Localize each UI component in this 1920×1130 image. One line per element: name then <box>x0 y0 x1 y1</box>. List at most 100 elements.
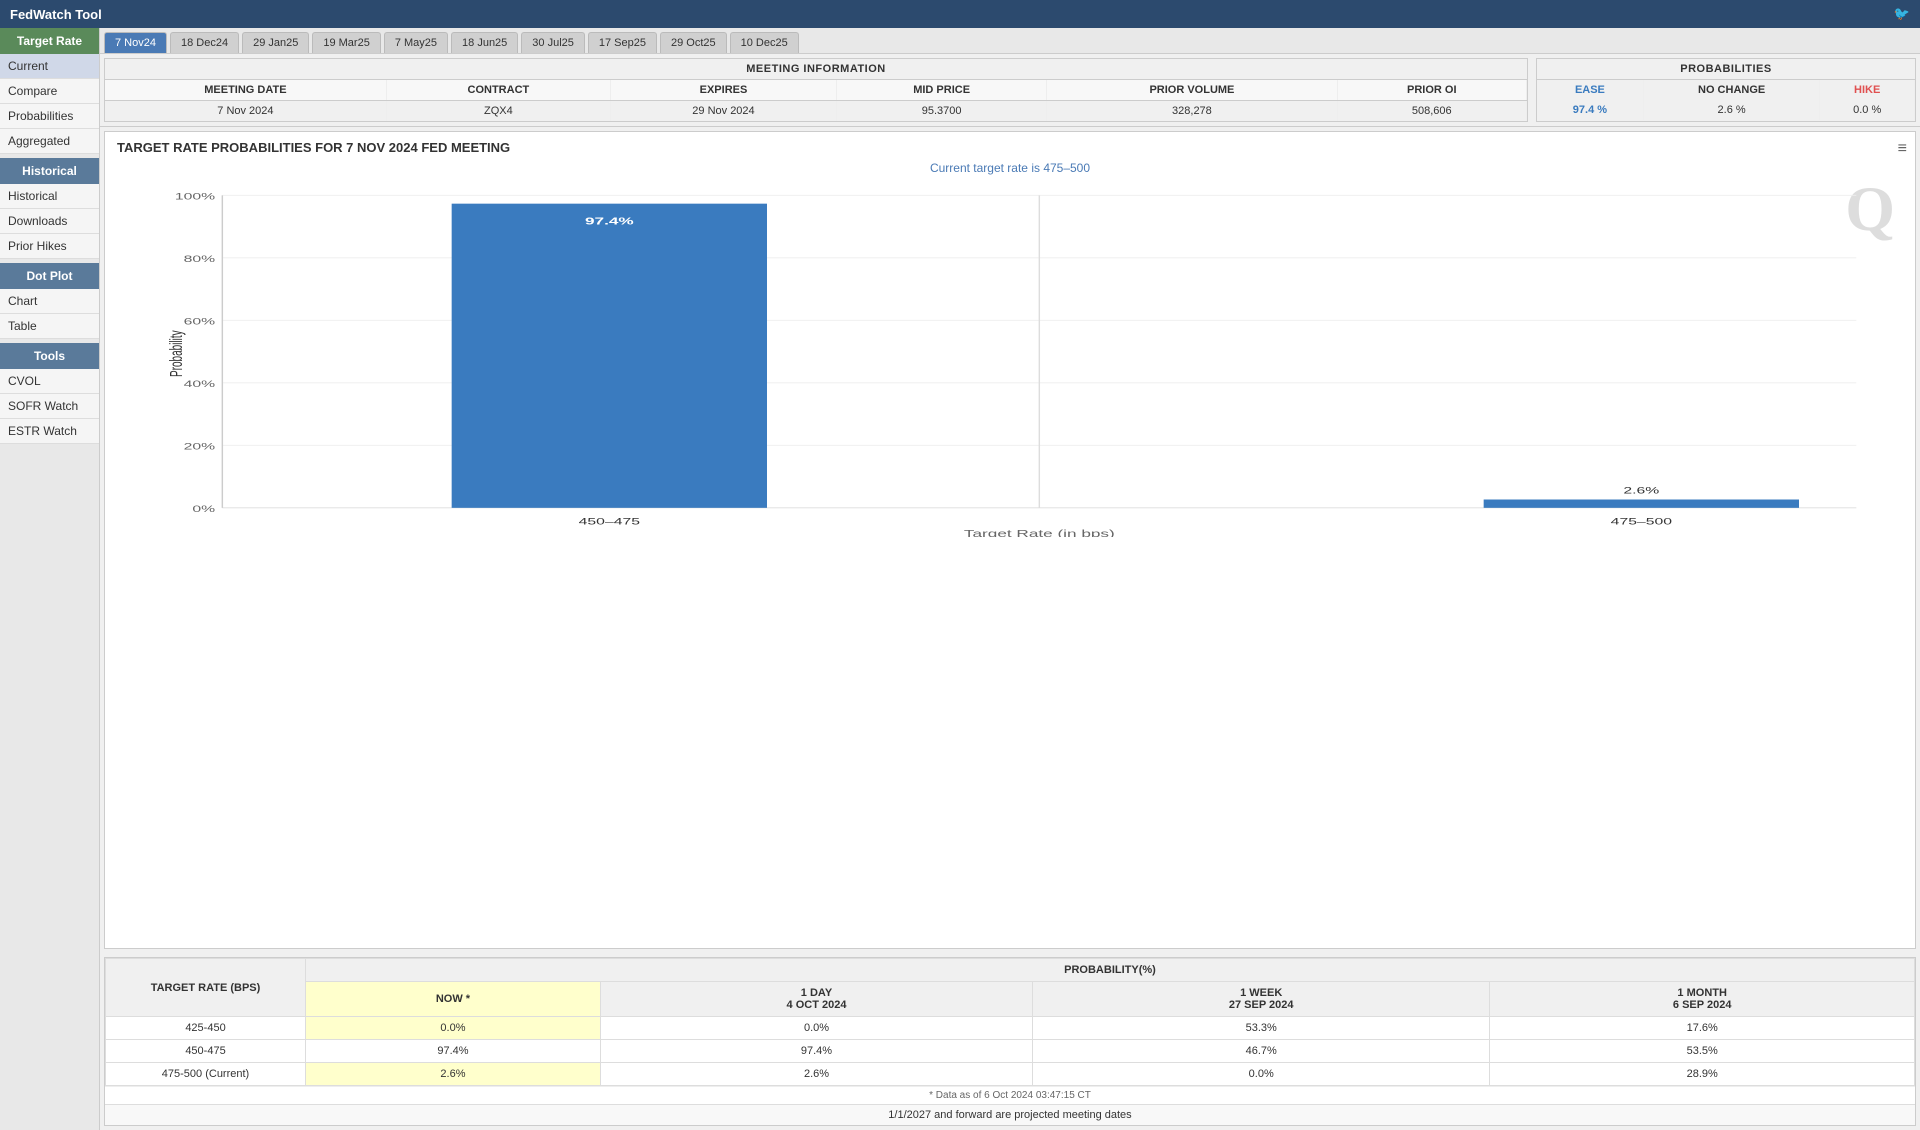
tab-30jul25[interactable]: 30 Jul25 <box>521 32 585 53</box>
footer-note: 1/1/2027 and forward are projected meeti… <box>105 1104 1915 1125</box>
probabilities-header: PROBABILITIES <box>1537 59 1915 80</box>
sidebar-item-historical[interactable]: Historical <box>0 184 99 209</box>
sidebar-item-aggregated[interactable]: Aggregated <box>0 129 99 154</box>
sidebar-item-compare[interactable]: Compare <box>0 79 99 104</box>
col-ease: EASE <box>1537 80 1643 100</box>
sidebar-item-current[interactable]: Current <box>0 54 99 79</box>
chart-subtitle: Current target rate is 475–500 <box>105 159 1915 177</box>
cell-rate: 425-450 <box>106 1017 306 1040</box>
cell-now: 0.0% <box>306 1017 601 1040</box>
chart-menu-icon[interactable]: ≡ <box>1898 140 1907 158</box>
col-1week: 1 WEEK 27 SEP 2024 <box>1033 982 1490 1017</box>
sidebar-tools-header[interactable]: Tools <box>0 343 99 369</box>
col-hike: HIKE <box>1820 80 1915 100</box>
app-title: FedWatch Tool <box>10 7 102 22</box>
col-expires: EXPIRES <box>610 80 836 101</box>
table-row: 450-47597.4%97.4%46.7%53.5% <box>106 1040 1915 1063</box>
chart-area: TARGET RATE PROBABILITIES FOR 7 NOV 2024… <box>104 131 1916 949</box>
tab-19mar25[interactable]: 19 Mar25 <box>312 32 380 53</box>
cell-expires: 29 Nov 2024 <box>610 101 836 122</box>
col-contract: CONTRACT <box>386 80 610 101</box>
cell-now: 2.6% <box>306 1063 601 1086</box>
cell-hike: 0.0 % <box>1820 100 1915 120</box>
svg-text:Probability: Probability <box>166 330 186 377</box>
tab-17sep25[interactable]: 17 Sep25 <box>588 32 657 53</box>
bar-chart-svg: 100% 80% 60% 40% 20% 0% Probability <box>165 187 1885 537</box>
sidebar-item-table[interactable]: Table <box>0 314 99 339</box>
cell-prior-oi: 508,606 <box>1337 101 1526 122</box>
col-target-rate: TARGET RATE (BPS) <box>106 959 306 1017</box>
sidebar-historical-header[interactable]: Historical <box>0 158 99 184</box>
sidebar-item-sofr-watch[interactable]: SOFR Watch <box>0 394 99 419</box>
probabilities-table: EASE NO CHANGE HIKE 97.4 % 2.6 % 0.0 % <box>1537 80 1915 120</box>
bar-450-475 <box>452 204 767 508</box>
col-1day: 1 DAY 4 OCT 2024 <box>600 982 1032 1017</box>
sidebar-item-chart[interactable]: Chart <box>0 289 99 314</box>
chart-container: 100% 80% 60% 40% 20% 0% Probability <box>105 177 1915 597</box>
cell-1month: 53.5% <box>1490 1040 1915 1063</box>
meeting-info-header: MEETING INFORMATION <box>105 59 1527 80</box>
bottom-table-area: TARGET RATE (BPS) PROBABILITY(%) NOW * 1… <box>104 957 1916 1126</box>
tab-18dec24[interactable]: 18 Dec24 <box>170 32 239 53</box>
sidebar-item-prior-hikes[interactable]: Prior Hikes <box>0 234 99 259</box>
tab-29jan25[interactable]: 29 Jan25 <box>242 32 309 53</box>
svg-text:97.4%: 97.4% <box>585 215 634 226</box>
col-meeting-date: MEETING DATE <box>105 80 386 101</box>
svg-text:475–500: 475–500 <box>1611 516 1672 527</box>
meeting-info-table: MEETING DATE CONTRACT EXPIRES MID PRICE … <box>105 80 1527 121</box>
info-area: MEETING INFORMATION MEETING DATE CONTRAC… <box>100 54 1920 127</box>
cell-ease: 97.4 % <box>1537 100 1643 120</box>
cell-mid-price: 95.3700 <box>837 101 1047 122</box>
svg-text:0%: 0% <box>192 503 215 514</box>
tab-10dec25[interactable]: 10 Dec25 <box>730 32 799 53</box>
sidebar-item-probabilities[interactable]: Probabilities <box>0 104 99 129</box>
twitter-icon: 🐦 <box>1894 6 1910 22</box>
tab-7may25[interactable]: 7 May25 <box>384 32 448 53</box>
tab-7nov24[interactable]: 7 Nov24 <box>104 32 167 53</box>
content: 7 Nov24 18 Dec24 29 Jan25 19 Mar25 7 May… <box>100 28 1920 1130</box>
sidebar-item-estr-watch[interactable]: ESTR Watch <box>0 419 99 444</box>
col-no-change: NO CHANGE <box>1643 80 1820 100</box>
svg-text:100%: 100% <box>175 191 215 202</box>
sidebar: Target Rate Current Compare Probabilitie… <box>0 28 100 1130</box>
table-row: 475-500 (Current)2.6%2.6%0.0%28.9% <box>106 1063 1915 1086</box>
prob-header: PROBABILITY(%) <box>306 959 1915 982</box>
sidebar-item-downloads[interactable]: Downloads <box>0 209 99 234</box>
col-prior-oi: PRIOR OI <box>1337 80 1526 101</box>
cell-rate: 475-500 (Current) <box>106 1063 306 1086</box>
cell-1week: 46.7% <box>1033 1040 1490 1063</box>
cell-1month: 28.9% <box>1490 1063 1915 1086</box>
col-mid-price: MID PRICE <box>837 80 1047 101</box>
svg-text:Target Rate (in bps): Target Rate (in bps) <box>964 528 1115 537</box>
sidebar-item-cvol[interactable]: CVOL <box>0 369 99 394</box>
cell-now: 97.4% <box>306 1040 601 1063</box>
sidebar-dotplot-header[interactable]: Dot Plot <box>0 263 99 289</box>
cell-contract: ZQX4 <box>386 101 610 122</box>
cell-rate: 450-475 <box>106 1040 306 1063</box>
sidebar-target-rate-header[interactable]: Target Rate <box>0 28 99 54</box>
chart-title: TARGET RATE PROBABILITIES FOR 7 NOV 2024… <box>105 132 1915 159</box>
table-row: 425-4500.0%0.0%53.3%17.6% <box>106 1017 1915 1040</box>
cell-1week: 0.0% <box>1033 1063 1490 1086</box>
bar-475-500 <box>1484 500 1799 508</box>
cell-meeting-date: 7 Nov 2024 <box>105 101 386 122</box>
meeting-tabs: 7 Nov24 18 Dec24 29 Jan25 19 Mar25 7 May… <box>100 28 1920 54</box>
cell-prior-volume: 328,278 <box>1047 101 1337 122</box>
cell-1month: 17.6% <box>1490 1017 1915 1040</box>
col-now: NOW * <box>306 982 601 1017</box>
bottom-table: TARGET RATE (BPS) PROBABILITY(%) NOW * 1… <box>105 958 1915 1086</box>
tab-18jun25[interactable]: 18 Jun25 <box>451 32 518 53</box>
svg-text:60%: 60% <box>184 316 216 327</box>
svg-text:450–475: 450–475 <box>579 516 640 527</box>
tab-29oct25[interactable]: 29 Oct25 <box>660 32 727 53</box>
cell-1day: 0.0% <box>600 1017 1032 1040</box>
cell-1day: 97.4% <box>600 1040 1032 1063</box>
meeting-info-panel: MEETING INFORMATION MEETING DATE CONTRAC… <box>104 58 1528 122</box>
col-prior-volume: PRIOR VOLUME <box>1047 80 1337 101</box>
svg-text:20%: 20% <box>184 441 216 452</box>
svg-text:80%: 80% <box>184 253 216 264</box>
probabilities-panel: PROBABILITIES EASE NO CHANGE HIKE 97.4 %… <box>1536 58 1916 122</box>
topbar: FedWatch Tool 🐦 <box>0 0 1920 28</box>
cell-1day: 2.6% <box>600 1063 1032 1086</box>
svg-text:2.6%: 2.6% <box>1623 485 1659 496</box>
